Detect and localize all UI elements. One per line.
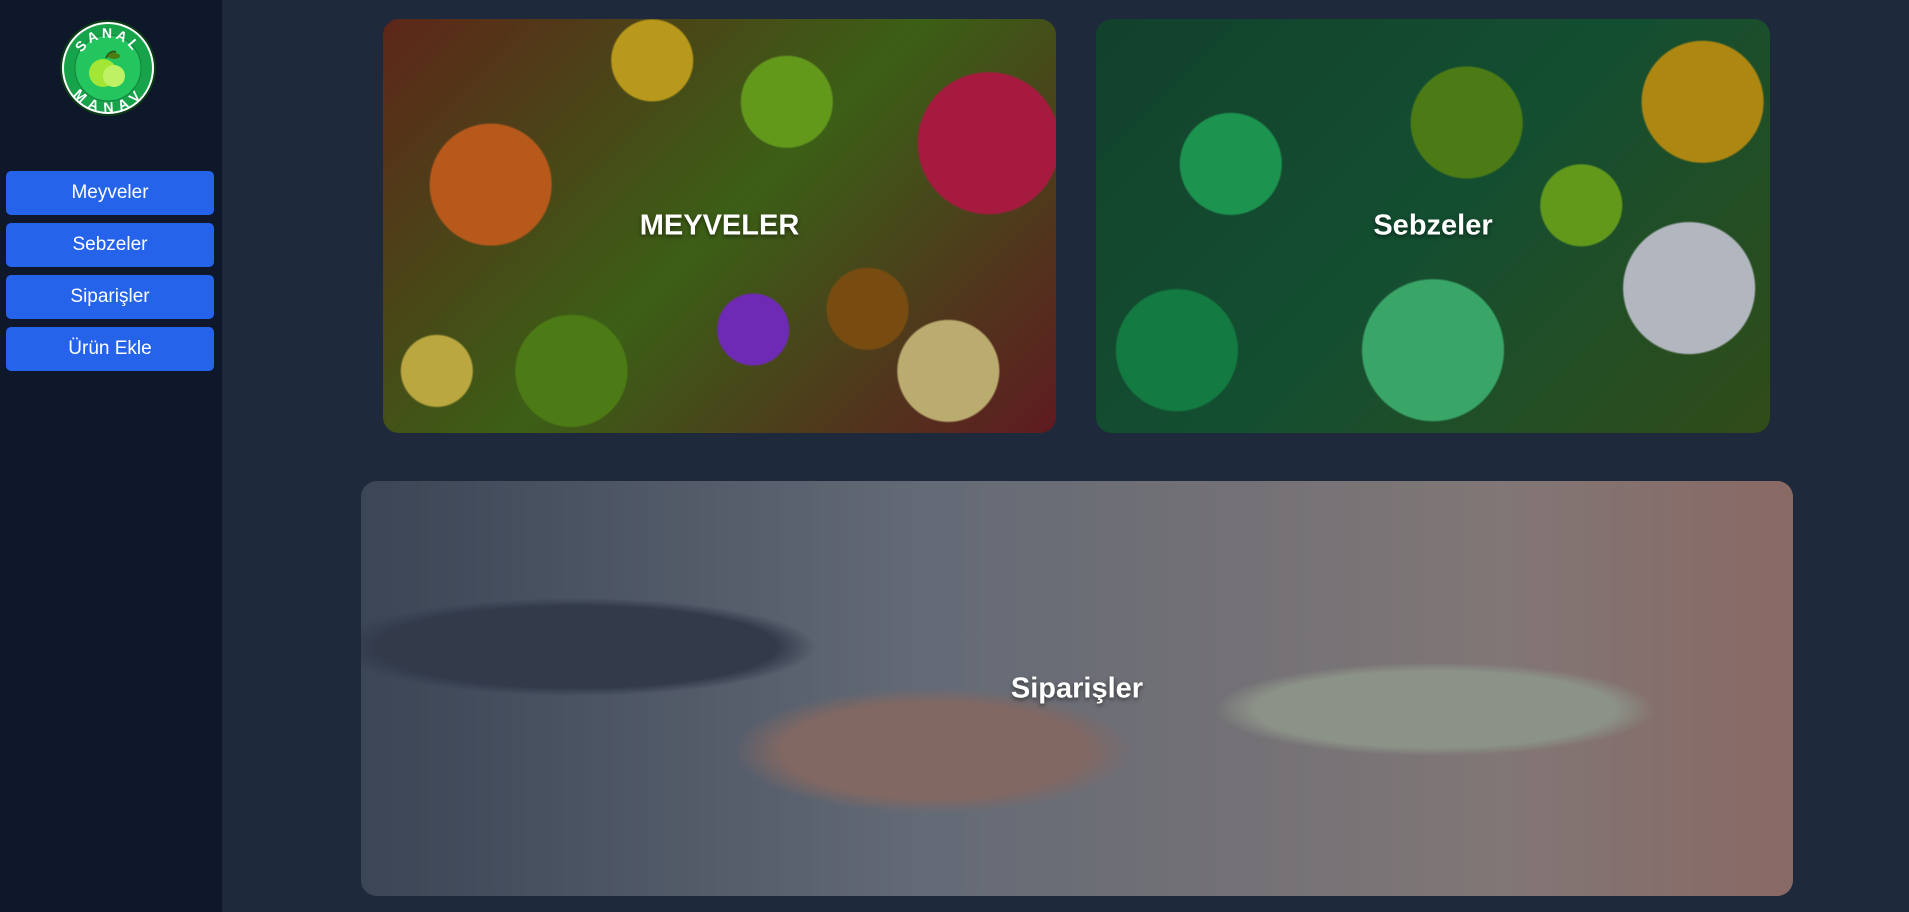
- sidebar-nav: Meyveler Sebzeler Siparişler Ürün Ekle: [6, 171, 214, 379]
- sidebar: SANAL MANAV Meyveler Sebzeler Siparişler…: [0, 0, 222, 912]
- sidebar-item-sebzeler[interactable]: Sebzeler: [6, 223, 214, 267]
- orders-card[interactable]: Siparişler: [361, 481, 1793, 896]
- orders-card-label: Siparişler: [1010, 672, 1144, 704]
- sidebar-item-meyveler[interactable]: Meyveler: [6, 171, 214, 215]
- vegetables-card[interactable]: Sebzeler: [1096, 19, 1770, 433]
- vegetables-card-label: Sebzeler: [1373, 209, 1493, 242]
- logo-graphic: SANAL MANAV: [60, 20, 156, 116]
- fruits-card[interactable]: MEYVELER: [383, 19, 1056, 433]
- sanal-manav-logo[interactable]: SANAL MANAV: [58, 18, 158, 118]
- fruits-card-label: MEYVELER: [639, 209, 800, 242]
- sidebar-item-urun-ekle[interactable]: Ürün Ekle: [6, 327, 214, 371]
- sidebar-item-siparisler[interactable]: Siparişler: [6, 275, 214, 319]
